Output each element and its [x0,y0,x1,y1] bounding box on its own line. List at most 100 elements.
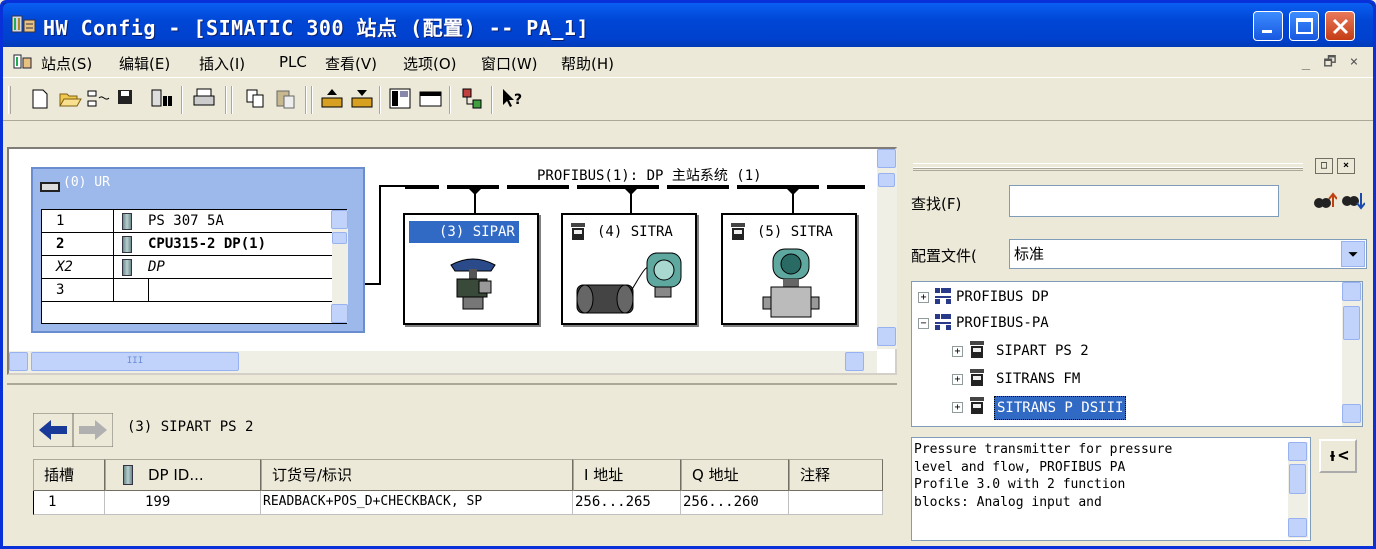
slave-sitrans-fm[interactable]: (4) SITRA [561,213,697,325]
window-icon[interactable] [417,86,443,112]
mdi-restore-button[interactable]: 🗗 [1321,53,1339,71]
rack-slot: X2 [42,256,114,279]
column-header-i-address[interactable]: I 地址 [573,459,681,491]
scroll-thumb[interactable] [1289,464,1306,494]
open-icon[interactable] [57,86,83,112]
expand-icon[interactable]: + [952,402,963,413]
scroll-thumb[interactable] [1343,306,1360,340]
scroll-down-button[interactable] [1288,518,1307,537]
catalog-float-button[interactable]: □ [1315,158,1333,174]
menu-options[interactable]: 选项(O) [403,53,457,74]
cell-order-number[interactable]: READBACK+POS_D+CHECKBACK, SP [261,491,573,515]
cell-dp-id[interactable]: 199 [105,491,261,515]
info-toggle-button[interactable]: ᵼ< [1319,439,1357,473]
info-scrollbar[interactable] [1288,442,1308,538]
minimize-button[interactable] [1253,11,1283,41]
properties-icon[interactable] [387,86,413,112]
rack-slot: 3 [42,279,114,302]
network-view-icon[interactable] [459,86,485,112]
slave-sitrans-p[interactable]: (5) SITRA [721,213,857,325]
catalog-grip[interactable] [913,167,1303,171]
maximize-button[interactable] [1289,11,1319,41]
scroll-thumb[interactable] [332,232,347,244]
station-horizontal-scrollbar[interactable]: III [9,351,877,373]
back-forward-icon[interactable] [33,413,113,447]
find-input[interactable] [1009,185,1279,217]
toolbar-separator [379,86,381,114]
expand-icon[interactable]: + [918,292,929,303]
cell-i-address[interactable]: 256...265 [573,491,681,515]
find-down-icon[interactable] [1339,189,1365,215]
rack-row[interactable]: 2 CPU315-2 DP(1) [42,233,332,256]
scroll-up-button[interactable] [1342,282,1361,301]
copy-icon[interactable] [243,86,269,112]
selected-module-title: (3) SIPART PS 2 [127,419,254,435]
scroll-right-button[interactable] [845,352,864,371]
station-vertical-scrollbar[interactable] [877,149,897,349]
mdi-close-button[interactable]: × [1345,53,1363,71]
catalog-upload-icon[interactable] [319,86,345,112]
slave-label: (4) SITRA [597,224,673,240]
scroll-thumb[interactable]: III [31,352,239,371]
paste-icon[interactable] [273,86,299,112]
close-button[interactable] [1325,11,1355,41]
menu-plc[interactable]: PLC [279,53,307,71]
scroll-thumb[interactable] [878,173,895,187]
scroll-down-button[interactable] [331,304,348,323]
chevron-down-icon[interactable] [1341,241,1365,267]
find-up-icon[interactable] [1311,189,1337,215]
catalog-info-text: Pressure transmitter for pressure level … [911,437,1311,541]
menu-edit[interactable]: 编辑(E) [119,53,170,74]
rack-row[interactable]: 1 PS 307 5A [42,210,332,233]
cell-comment[interactable] [789,491,883,515]
cell-q-address[interactable]: 256...260 [681,491,789,515]
cell-slot[interactable]: 1 [33,491,105,515]
column-header-slot[interactable]: 插槽 [33,459,105,491]
collapse-icon[interactable]: − [918,318,929,329]
rack-scrollbar[interactable] [331,210,348,323]
rack-window[interactable]: (0) UR 1 PS 307 5A 2 CPU315-2 DP(1) X2 D… [31,167,365,333]
scroll-up-button[interactable] [877,149,896,168]
rack-row[interactable]: X2 DP [42,256,332,279]
menu-window[interactable]: 窗口(W) [481,53,538,74]
expand-icon[interactable]: + [952,346,963,357]
scroll-up-button[interactable] [331,210,348,229]
scroll-down-button[interactable] [1342,404,1361,423]
column-header-comment[interactable]: 注释 [789,459,883,491]
dp-master-system-label[interactable]: PROFIBUS(1): DP 主站系统 (1) [537,165,762,185]
slave-sipart[interactable]: (3) SIPAR [403,213,539,325]
help-pointer-icon[interactable]: ? [499,86,525,112]
toolbar-grip[interactable] [8,86,11,114]
bus-drop-icon [785,187,801,215]
menu-view[interactable]: 查看(V) [325,53,377,74]
expand-icon[interactable]: + [952,374,963,385]
tree-item-label: SIPART PS 2 [996,343,1089,359]
column-header-order-number[interactable]: 订货号/标识 [261,459,573,491]
catalog-close-button[interactable]: × [1337,158,1355,174]
toolbar: ? [3,77,1373,121]
menu-insert[interactable]: 插入(I) [199,53,245,74]
menu-help[interactable]: 帮助(H) [561,53,614,74]
menu-station[interactable]: 站点(S) [41,53,92,74]
mdi-minimize-button[interactable]: _ [1297,53,1315,71]
network-icon[interactable] [85,86,111,112]
tree-scrollbar[interactable] [1342,282,1362,426]
title-bar[interactable]: HW Config - [SIMATIC 300 站点 (配置) -- PA_1… [3,3,1373,47]
column-header-q-address[interactable]: Q 地址 [681,459,789,491]
download-icon[interactable] [149,86,175,112]
toolbar-separator [181,86,183,114]
print-icon[interactable] [191,86,217,112]
pa-device-icon [970,341,984,358]
scroll-up-button[interactable] [1288,442,1307,461]
scroll-down-button[interactable] [877,327,896,346]
rack-row[interactable]: 3 [42,279,332,302]
module-icon [122,213,132,230]
module-icon [123,465,133,485]
save-icon[interactable] [113,86,139,112]
new-icon[interactable] [27,86,53,112]
catalog-download-icon[interactable] [349,86,375,112]
rack-slot: 1 [42,210,114,233]
rack-module: PS 307 5A [148,213,224,229]
scroll-left-button[interactable] [9,352,28,371]
profile-select[interactable]: 标准 [1009,239,1367,269]
